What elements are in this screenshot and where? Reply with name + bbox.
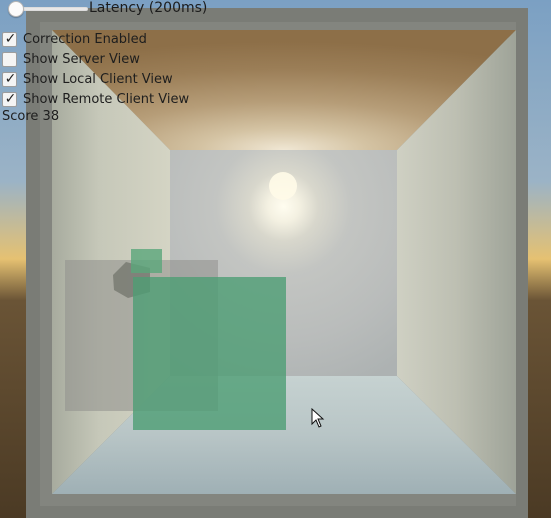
hud-overlay: Latency (200ms) ✓ Correction Enabled Sho… bbox=[0, 0, 260, 130]
checkbox-label: Show Remote Client View bbox=[23, 91, 190, 107]
checkbox-show-local-client-view[interactable]: ✓ Show Local Client View bbox=[2, 70, 173, 88]
check-icon: ✓ bbox=[4, 90, 17, 107]
ceiling-light bbox=[269, 172, 297, 200]
small-green-cube bbox=[131, 249, 162, 273]
check-icon: ✓ bbox=[4, 30, 17, 47]
mouse-pointer-icon bbox=[311, 408, 325, 428]
checkbox-box[interactable]: ✓ bbox=[2, 90, 17, 107]
local-client-cube bbox=[133, 277, 286, 430]
checkbox-box[interactable] bbox=[2, 51, 17, 67]
checkbox-correction-enabled[interactable]: ✓ Correction Enabled bbox=[2, 30, 147, 48]
checkbox-show-server-view[interactable]: Show Server View bbox=[2, 50, 140, 68]
checkbox-show-remote-client-view[interactable]: ✓ Show Remote Client View bbox=[2, 90, 189, 108]
checkbox-box[interactable]: ✓ bbox=[2, 30, 17, 47]
checkbox-label: Correction Enabled bbox=[23, 31, 147, 47]
checkbox-box[interactable]: ✓ bbox=[2, 70, 17, 87]
latency-slider-thumb[interactable] bbox=[8, 1, 24, 17]
checkbox-label: Show Local Client View bbox=[23, 71, 173, 87]
latency-label: Latency (200ms) bbox=[89, 0, 208, 16]
score-label: Score 38 bbox=[2, 109, 60, 124]
checkbox-label: Show Server View bbox=[23, 51, 140, 67]
check-icon: ✓ bbox=[4, 70, 17, 87]
